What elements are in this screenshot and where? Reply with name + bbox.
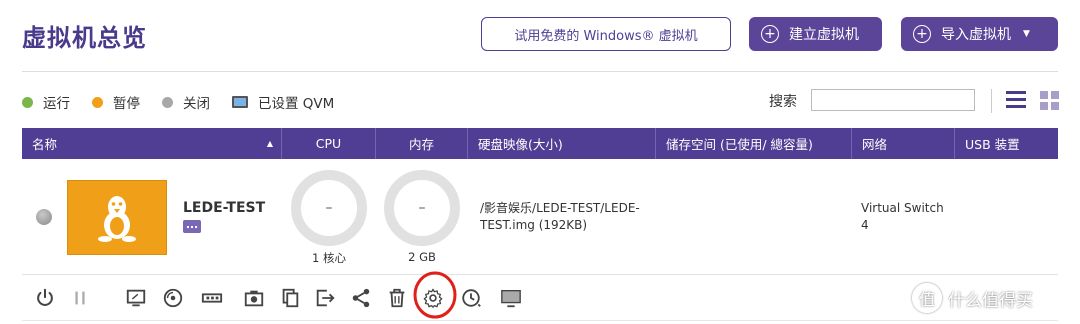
clone-icon[interactable] <box>278 286 302 310</box>
export-icon[interactable] <box>313 286 337 310</box>
legend-qvm: 已设置 QVM <box>232 92 334 112</box>
legend-running: 运行 <box>22 92 70 112</box>
sort-up-icon: ▲ <box>266 139 273 148</box>
create-vm-label: 建立虚拟机 <box>789 27 859 43</box>
cpu-gauge: – <box>291 170 367 246</box>
status-off-icon <box>36 209 52 225</box>
table-header: 名称 ▲ CPU 内存 硬盘映像(大小) 储存空间 (已使用/ 總容量) 网络 … <box>22 128 1058 159</box>
column-label: 硬盘映像(大小) <box>478 137 563 152</box>
column-label: CPU <box>315 136 342 151</box>
legend-off: 关闭 <box>162 92 210 112</box>
vm-action-toolbar <box>22 271 1058 319</box>
cpu-gauge-value: – <box>325 200 333 216</box>
power-icon[interactable] <box>33 286 57 310</box>
linux-tux-icon <box>98 195 136 242</box>
cpu-label: 1 核心 <box>312 251 346 265</box>
plus-circle-icon: + <box>761 25 779 43</box>
column-label: 网络 <box>862 137 888 152</box>
delete-icon[interactable] <box>385 286 409 310</box>
monitor-display-icon[interactable] <box>499 286 523 310</box>
legend-label: 已设置 QVM <box>258 96 335 112</box>
legend-label: 运行 <box>43 96 70 112</box>
column-label: 名称 <box>32 137 58 152</box>
watermark-logo-icon: 值 <box>912 283 942 313</box>
table-row[interactable]: LEDE-TEST – 1 核心 – 2 GB /影音娱乐/LEDE-TEST/… <box>22 159 1058 275</box>
memory-gauge: – <box>384 170 460 246</box>
green-dot-icon <box>22 96 33 108</box>
column-label: USB 装置 <box>965 137 1020 152</box>
header-divider <box>22 71 1058 72</box>
column-header-memory[interactable]: 内存 <box>376 128 468 159</box>
column-header-storage[interactable]: 储存空间 (已使用/ 總容量) <box>656 128 852 159</box>
list-view-icon[interactable] <box>1006 91 1026 109</box>
usb-icon[interactable] <box>200 286 224 310</box>
disk-image: /影音娱乐/LEDE-TEST/LEDE-TEST.img (192KB) <box>480 201 640 232</box>
column-header-disk[interactable]: 硬盘映像(大小) <box>468 128 656 159</box>
column-label: 储存空间 (已使用/ 總容量) <box>666 137 813 152</box>
snapshot-icon[interactable] <box>242 286 266 310</box>
message-icon[interactable] <box>183 220 201 233</box>
grid-view-icon[interactable] <box>1040 91 1059 110</box>
legend-label: 关闭 <box>183 96 210 112</box>
vm-name[interactable]: LEDE-TEST <box>183 200 265 216</box>
page-title: 虚拟机总览 <box>22 24 147 52</box>
status-legend: 运行 暂停 关闭 已设置 QVM <box>22 92 356 112</box>
legend-paused: 暂停 <box>92 92 140 112</box>
legend-label: 暂停 <box>113 96 140 112</box>
plus-circle-icon: + <box>913 25 931 43</box>
import-vm-label: 导入虚拟机 <box>941 27 1011 43</box>
disc-icon[interactable] <box>161 286 185 310</box>
toolbar-bottom-border <box>22 320 1058 321</box>
column-label: 内存 <box>408 137 434 152</box>
toolbar-separator <box>991 89 992 113</box>
column-header-usb[interactable]: USB 装置 <box>955 128 1058 159</box>
vm-thumbnail[interactable] <box>67 180 167 255</box>
network-info: Virtual Switch 4 <box>861 200 971 234</box>
highlight-circle <box>413 271 457 319</box>
gray-dot-icon <box>162 96 173 108</box>
try-windows-vm-label: 试用免费的 Windows® 虚拟机 <box>514 28 698 44</box>
column-header-cpu[interactable]: CPU <box>282 128 376 159</box>
monitor-icon <box>232 96 248 108</box>
try-windows-vm-button[interactable]: 试用免费的 Windows® 虚拟机 <box>481 17 731 51</box>
memory-gauge-value: – <box>418 200 426 216</box>
schedule-icon[interactable] <box>459 286 483 310</box>
caret-down-icon: ▼ <box>1023 29 1030 39</box>
network-name: Virtual Switch <box>861 201 944 215</box>
create-vm-button[interactable]: + 建立虚拟机 <box>749 17 882 51</box>
search-label: 搜索 <box>769 94 797 110</box>
console-icon[interactable] <box>124 286 148 310</box>
orange-dot-icon <box>92 96 103 108</box>
import-vm-button[interactable]: + 导入虚拟机 ▼ <box>901 17 1058 51</box>
network-count: 4 <box>861 218 869 232</box>
column-header-network[interactable]: 网络 <box>852 128 955 159</box>
search-input[interactable] <box>811 89 975 111</box>
share-icon[interactable] <box>349 286 373 310</box>
memory-label: 2 GB <box>408 250 436 264</box>
watermark: 值 什么值得买 <box>912 283 1033 313</box>
pause-icon[interactable] <box>68 286 92 310</box>
column-header-name[interactable]: 名称 ▲ <box>22 128 282 159</box>
watermark-text: 什么值得买 <box>948 290 1033 311</box>
